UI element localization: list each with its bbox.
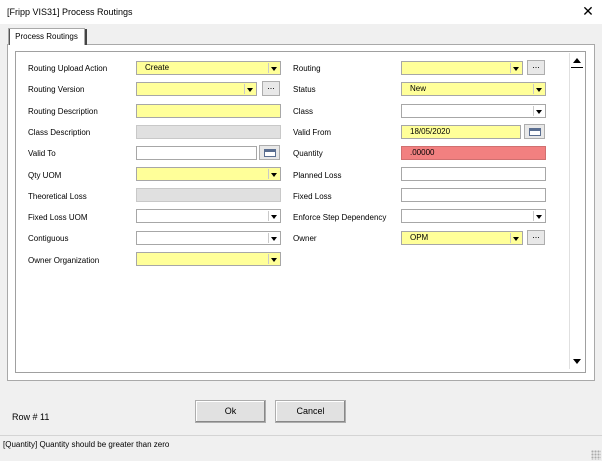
owner-select[interactable]: OPM (401, 231, 523, 245)
cancel-button[interactable]: Cancel (275, 400, 346, 423)
label-valid-to: Valid To (28, 149, 56, 158)
label-class: Class (293, 107, 314, 116)
resize-grip-icon[interactable] (591, 450, 601, 460)
label-fixed-loss-uom: Fixed Loss UOM (28, 213, 88, 222)
qty-uom-select[interactable] (136, 167, 281, 181)
calendar-glyph (264, 149, 276, 157)
label-valid-from: Valid From (293, 128, 332, 137)
chevron-down-icon[interactable] (533, 106, 544, 116)
chevron-down-icon[interactable] (244, 84, 255, 94)
close-icon[interactable]: ✕ (579, 2, 597, 20)
class-description-field (136, 125, 281, 139)
scroll-down-icon[interactable] (573, 359, 581, 364)
window-title: [Fripp VIS31] Process Routings (7, 7, 133, 17)
status-value: New (410, 84, 427, 93)
fixed-loss-field[interactable] (401, 188, 546, 202)
owner-organization-select[interactable] (136, 252, 281, 266)
routing-version-select[interactable] (136, 82, 257, 96)
routing-description-field[interactable] (136, 104, 281, 118)
quantity-field[interactable]: .00000 (401, 146, 546, 160)
label-status: Status (293, 85, 316, 94)
owner-value: OPM (410, 233, 429, 242)
tab-process-routings[interactable]: Process Routings (8, 28, 85, 45)
label-owner: Owner (293, 234, 317, 243)
routing-upload-action-value: Create (145, 63, 170, 72)
planned-loss-field[interactable] (401, 167, 546, 181)
calendar-glyph (529, 128, 541, 136)
chevron-down-icon[interactable] (268, 169, 279, 179)
chevron-down-icon[interactable] (268, 211, 279, 221)
label-routing-description: Routing Description (28, 107, 98, 116)
status-message: [Quantity] Quantity should be greater th… (3, 440, 170, 449)
class-select[interactable] (401, 104, 546, 118)
label-owner-organization: Owner Organization (28, 256, 100, 265)
status-select[interactable]: New (401, 82, 546, 96)
tab-shadow (85, 29, 87, 45)
label-contiguous: Contiguous (28, 234, 69, 243)
vertical-scrollbar[interactable] (569, 53, 584, 369)
chevron-down-icon[interactable] (533, 211, 544, 221)
chevron-down-icon[interactable] (533, 84, 544, 94)
chevron-down-icon[interactable] (510, 233, 521, 243)
chevron-down-icon[interactable] (268, 254, 279, 264)
routing-version-lookup-button[interactable]: ... (262, 81, 280, 96)
label-enforce-step-dependency: Enforce Step Dependency (293, 213, 387, 222)
label-theoretical-loss: Theoretical Loss (28, 192, 87, 201)
label-class-description: Class Description (28, 128, 91, 137)
valid-from-field[interactable]: 18/05/2020 (401, 125, 521, 139)
chevron-down-icon[interactable] (268, 233, 279, 243)
enforce-step-dependency-select[interactable] (401, 209, 546, 223)
valid-to-field[interactable] (136, 146, 257, 160)
scroll-thumb[interactable] (571, 67, 583, 68)
contiguous-select[interactable] (136, 231, 281, 245)
owner-lookup-button[interactable]: ... (527, 230, 545, 245)
label-routing: Routing (293, 64, 321, 73)
label-planned-loss: Planned Loss (293, 171, 342, 180)
label-routing-version: Routing Version (28, 85, 85, 94)
calendar-icon[interactable] (259, 145, 280, 160)
label-quantity: Quantity (293, 149, 323, 158)
chevron-down-icon[interactable] (510, 63, 521, 73)
chevron-down-icon[interactable] (268, 63, 279, 73)
row-indicator: Row # 11 (12, 412, 50, 422)
fixed-loss-uom-select[interactable] (136, 209, 281, 223)
label-qty-uom: Qty UOM (28, 171, 62, 180)
title-bar: [Fripp VIS31] Process Routings ✕ (0, 0, 602, 24)
status-bar: [Quantity] Quantity should be greater th… (0, 435, 602, 461)
routing-lookup-button[interactable]: ... (527, 60, 545, 75)
theoretical-loss-field (136, 188, 281, 202)
scroll-up-icon[interactable] (573, 58, 581, 63)
routing-select[interactable] (401, 61, 523, 75)
routing-upload-action-select[interactable]: Create (136, 61, 281, 75)
label-routing-upload-action: Routing Upload Action (28, 64, 108, 73)
label-fixed-loss: Fixed Loss (293, 192, 332, 201)
calendar-icon[interactable] (524, 124, 545, 139)
ok-button[interactable]: Ok (195, 400, 266, 423)
